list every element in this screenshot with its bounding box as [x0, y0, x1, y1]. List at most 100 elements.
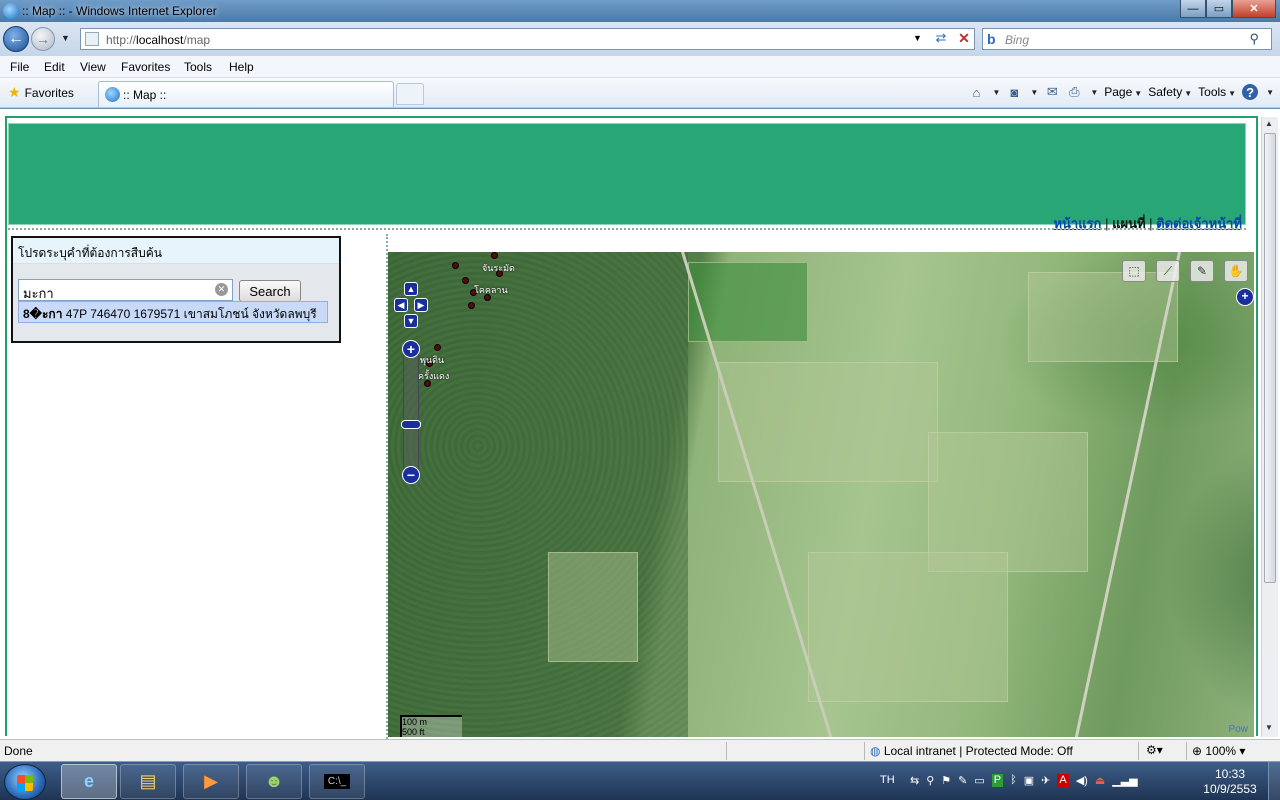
menu-edit[interactable]: Edit: [44, 60, 65, 74]
scroll-down-icon[interactable]: ▼: [1265, 723, 1273, 732]
pan-hand-icon[interactable]: ✋: [1224, 260, 1248, 282]
forward-button[interactable]: →: [31, 27, 55, 51]
menu-favorites[interactable]: Favorites: [121, 60, 170, 74]
address-row: ← → ▼ http://localhost/map ▼ ⇄ ✕ b Bing …: [0, 22, 1280, 56]
antivirus-icon[interactable]: ✈: [1041, 774, 1050, 787]
favorites-button[interactable]: ★ Favorites: [8, 84, 74, 101]
scrollbar-thumb[interactable]: [1264, 133, 1276, 583]
zoom-slider-handle[interactable]: [401, 420, 421, 429]
security-zone[interactable]: ◍ Local intranet | Protected Mode: Off: [870, 744, 1073, 758]
close-button[interactable]: ✕: [1232, 0, 1276, 18]
menu-help[interactable]: Help: [229, 60, 254, 74]
app-icon[interactable]: P: [991, 774, 1004, 787]
taskbar-ie[interactable]: e: [61, 764, 117, 799]
media-player-icon: ▶: [204, 771, 218, 791]
scroll-up-icon[interactable]: ▲: [1265, 119, 1273, 128]
header-divider: [8, 228, 1246, 230]
display-icon[interactable]: ▣: [1024, 774, 1034, 787]
taskbar: e ▤ ▶ ☻ C:\_ TH ⇆ ⚲ ⚑ ✎ ▭ P ᛒ ▣ ✈ A ◀) ⏏…: [0, 761, 1280, 800]
back-button[interactable]: ←: [3, 26, 29, 52]
protected-mode-icon[interactable]: ⚙▾: [1146, 743, 1163, 757]
help-dropdown-icon[interactable]: ▼: [1266, 88, 1274, 97]
zoom-level[interactable]: ⊕ 100% ▾: [1192, 744, 1245, 758]
show-desktop-button[interactable]: [1268, 762, 1280, 800]
clock[interactable]: 10:33 10/9/2553: [1200, 767, 1260, 797]
bluetooth-icon[interactable]: ᛒ: [1010, 774, 1017, 787]
favorites-bar: ★ Favorites :: Map :: ⌂ ▼ ◙ ▼ ✉ ⎙ ▼ Page ▼ Sa…: [0, 78, 1280, 108]
autocomplete-suggestion[interactable]: 8�ะกา 47P 746470 1679571 เขาสมโภชน์ จังห…: [18, 301, 328, 323]
page-scrollbar[interactable]: ▲ ▼: [1261, 117, 1278, 737]
network-icon[interactable]: ⇆: [910, 774, 919, 787]
address-dropdown-icon[interactable]: ▼: [913, 33, 922, 43]
minimize-button[interactable]: —: [1180, 0, 1206, 18]
back-arrow-icon: ←: [8, 30, 24, 47]
menu-view[interactable]: View: [80, 60, 106, 74]
action-center-flag-icon[interactable]: ⚑: [941, 774, 951, 787]
map-point-marker[interactable]: [468, 302, 475, 309]
draw-line-icon[interactable]: ⟋: [1156, 260, 1180, 282]
help-icon[interactable]: ?: [1242, 84, 1259, 100]
taskbar-explorer[interactable]: ▤: [120, 764, 176, 799]
zoom-slider-rail[interactable]: [403, 344, 419, 474]
wireless-icon[interactable]: ⚲: [926, 774, 934, 787]
stop-icon[interactable]: ✕: [954, 30, 974, 48]
history-dropdown-icon[interactable]: ▼: [61, 33, 70, 43]
signal-icon[interactable]: ▁▃▅: [1112, 774, 1137, 787]
volume-icon[interactable]: ◀): [1076, 774, 1088, 787]
feeds-icon[interactable]: ◙: [1006, 84, 1022, 100]
map-attribution[interactable]: Pow: [1229, 724, 1248, 735]
language-indicator[interactable]: TH: [880, 774, 895, 786]
pan-right-icon[interactable]: ▶: [414, 298, 428, 312]
menu-file[interactable]: File: [10, 60, 29, 74]
clear-input-icon[interactable]: ✕: [215, 283, 228, 296]
safety-menu[interactable]: Safety ▼: [1148, 85, 1192, 99]
status-separator: [1138, 742, 1139, 760]
search-button[interactable]: Search: [239, 280, 301, 302]
maximize-button[interactable]: ▭: [1206, 0, 1232, 18]
satellite-map[interactable]: จันระมัด โคคลาน พุนดิน ครั้งแดง ▲ ◀ ▶ ▼ …: [388, 252, 1254, 737]
print-dropdown-icon[interactable]: ▼: [1090, 88, 1098, 97]
mail-icon[interactable]: ✉: [1044, 84, 1060, 100]
place-search-input[interactable]: มะกา: [18, 279, 233, 301]
pan-left-icon[interactable]: ◀: [394, 298, 408, 312]
pan-up-icon[interactable]: ▲: [404, 282, 418, 296]
menu-tools[interactable]: Tools: [184, 60, 212, 74]
tools-menu[interactable]: Tools ▼: [1198, 85, 1236, 99]
map-forest-area: [388, 252, 688, 737]
taskbar-users[interactable]: ☻: [246, 764, 302, 799]
adobe-icon[interactable]: A: [1057, 774, 1069, 787]
feeds-dropdown-icon[interactable]: ▼: [1030, 88, 1038, 97]
draw-polygon-icon[interactable]: ⬚: [1122, 260, 1146, 282]
globe-icon: ◍: [870, 744, 881, 758]
tool-icon[interactable]: ✎: [958, 774, 967, 787]
map-point-marker[interactable]: [491, 252, 498, 259]
map-point-marker[interactable]: [434, 344, 441, 351]
zoom-in-icon[interactable]: +: [402, 340, 420, 358]
tab-map[interactable]: :: Map ::: [98, 81, 394, 107]
page-menu[interactable]: Page ▼: [1104, 85, 1142, 99]
map-point-marker[interactable]: [462, 277, 469, 284]
refresh-icon[interactable]: ⇄: [931, 30, 951, 48]
new-tab-button[interactable]: [396, 83, 424, 105]
address-bar[interactable]: http://localhost/map ▼ ⇄ ✕: [80, 28, 975, 50]
pan-down-icon[interactable]: ▼: [404, 314, 418, 328]
search-panel-body: มะกา ✕ Search 8�ะกา 47P 746470 1679571 เ…: [13, 264, 339, 341]
safely-remove-icon[interactable]: ⏏: [1095, 774, 1105, 787]
zoom-out-icon[interactable]: −: [402, 466, 420, 484]
home-dropdown-icon[interactable]: ▼: [992, 88, 1000, 97]
taskbar-media-player[interactable]: ▶: [183, 764, 239, 799]
search-box[interactable]: b Bing ⚲: [982, 28, 1272, 50]
status-separator: [726, 742, 727, 760]
home-icon[interactable]: ⌂: [968, 84, 984, 100]
print-icon[interactable]: ⎙: [1066, 84, 1082, 100]
measure-icon[interactable]: ✎: [1190, 260, 1214, 282]
start-button[interactable]: [4, 764, 46, 800]
address-url[interactable]: http://localhost/map: [106, 33, 210, 47]
search-panel: โปรดระบุคำที่ต้องการสืบค้น มะกา ✕ Search…: [11, 236, 341, 343]
search-icon[interactable]: ⚲: [1249, 31, 1259, 47]
taskbar-command-prompt[interactable]: C:\_: [309, 764, 365, 799]
map-place-label: โคคลาน: [474, 285, 508, 295]
battery-icon[interactable]: ▭: [974, 774, 984, 787]
layer-switcher-icon[interactable]: +: [1236, 288, 1254, 306]
map-point-marker[interactable]: [452, 262, 459, 269]
